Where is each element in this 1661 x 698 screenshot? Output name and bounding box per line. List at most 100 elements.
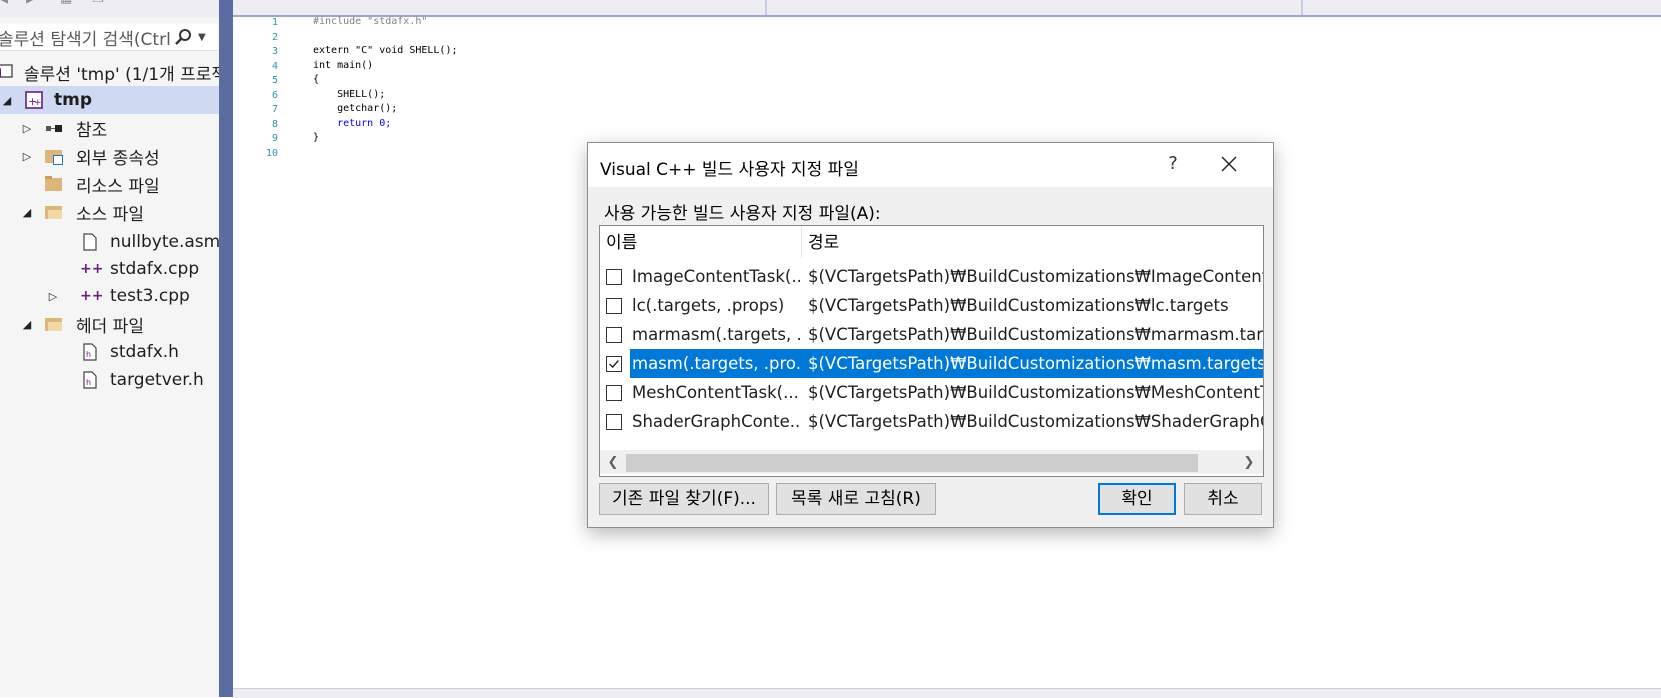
search-options-dropdown[interactable]: ▼: [198, 32, 206, 43]
dialog-title: Visual C++ 빌드 사용자 지정 파일: [600, 160, 859, 180]
item-path: $(VCTargetsPath)₩BuildCustomizations₩Mes…: [808, 383, 1263, 402]
nav-separator: [1301, 0, 1303, 15]
collapse-arrow-icon[interactable]: ▷: [46, 290, 60, 303]
list-item[interactable]: marmasm(.targets, ... $(VCTargetsPath)₩B…: [600, 320, 1263, 349]
tree-item-label: 리소스 파일: [76, 176, 160, 197]
tree-item-label: nullbyte.asm: [110, 232, 220, 252]
scroll-left-icon[interactable]: ❮: [604, 454, 622, 472]
list-item[interactable]: ImageContentTask(... $(VCTargetsPath)₩Bu…: [600, 262, 1263, 291]
tree-item-resource-files[interactable]: 리소스 파일: [34, 170, 160, 198]
tree-item-stdafx-h[interactable]: h stdafx.h: [80, 338, 179, 366]
search-icon[interactable]: [174, 28, 192, 46]
cpp-file-icon: ++: [80, 288, 104, 304]
tree-item-label: 솔루션 'tmp' (1/1개 프로젝트): [24, 64, 219, 85]
tree-item-targetver-h[interactable]: h targetver.h: [80, 366, 204, 394]
help-button[interactable]: ?: [1158, 149, 1188, 179]
horizontal-scrollbar[interactable]: ❮ ❯: [600, 450, 1263, 474]
code-line[interactable]: return 0;: [313, 118, 391, 129]
close-icon[interactable]: [1214, 149, 1244, 179]
code-line[interactable]: {: [313, 74, 319, 85]
item-checkbox[interactable]: [606, 384, 622, 401]
tree-item-solution[interactable]: 솔루션 'tmp' (1/1개 프로젝트): [0, 58, 219, 86]
nav-separator: [765, 0, 767, 15]
expand-arrow-icon[interactable]: ◢: [0, 94, 14, 107]
code-line[interactable]: #include "stdafx.h": [313, 16, 427, 27]
list-item[interactable]: lc(.targets, .props) $(VCTargetsPath)₩Bu…: [600, 291, 1263, 320]
refresh-list-button[interactable]: 목록 새로 고침(R): [776, 483, 936, 515]
code-line[interactable]: extern "C" void SHELL();: [313, 45, 458, 56]
forward-icon[interactable]: ▶: [26, 0, 40, 6]
expand-arrow-icon[interactable]: ◢: [20, 318, 34, 331]
collapse-arrow-icon[interactable]: ▷: [20, 122, 34, 135]
code-line[interactable]: int main(): [313, 60, 373, 71]
collapse-arrow-icon[interactable]: ▷: [20, 150, 34, 163]
solution-search-box[interactable]: 솔루션 탐색기 검색(Ctrl+;) ▼: [0, 24, 219, 51]
item-checkbox[interactable]: [606, 326, 622, 343]
column-header-name[interactable]: 이름: [600, 226, 802, 258]
dialog-titlebar: Visual C++ 빌드 사용자 지정 파일 ?: [588, 143, 1273, 187]
tree-item-label: stdafx.cpp: [110, 259, 200, 279]
column-header-path[interactable]: 경로: [802, 226, 1263, 258]
folder-icon: [44, 174, 64, 194]
item-checkbox[interactable]: [606, 297, 622, 314]
folder-icon: [44, 202, 64, 222]
tree-item-label: targetver.h: [110, 370, 204, 390]
line-number: 4: [271, 61, 278, 72]
search-input[interactable]: 솔루션 탐색기 검색(Ctrl+;): [0, 25, 170, 50]
customization-file-list[interactable]: 이름 경로 ImageContentTask(... $(VCTargetsPa…: [599, 225, 1264, 477]
tree-item-stdafx-cpp[interactable]: ++ stdafx.cpp: [80, 255, 199, 283]
folder-icon: [44, 314, 64, 334]
item-name: lc(.targets, .props): [632, 296, 785, 315]
line-number: 6: [271, 90, 278, 101]
code-line[interactable]: }: [313, 132, 319, 143]
file-icon: [83, 233, 97, 251]
tree-item-source-files[interactable]: ◢ 소스 파일: [20, 198, 144, 226]
ok-button[interactable]: 확인: [1098, 483, 1176, 515]
tree-item-label: 헤더 파일: [76, 316, 144, 337]
build-customizations-dialog: Visual C++ 빌드 사용자 지정 파일 ? 사용 가능한 빌드 사용자 …: [587, 142, 1274, 528]
item-name: MeshContentTask(....: [632, 383, 800, 402]
editor-navigation-bar[interactable]: [233, 0, 1661, 17]
code-line[interactable]: SHELL();: [313, 89, 385, 100]
tree-item-project[interactable]: ◢ + + tmp: [0, 86, 219, 114]
expand-arrow-icon[interactable]: ◢: [20, 206, 34, 219]
item-name: masm(.targets, .pro...: [630, 349, 800, 378]
tree-item-nullbyte-asm[interactable]: nullbyte.asm: [80, 228, 220, 256]
tree-item-label: 소스 파일: [76, 204, 144, 225]
tree-item-header-files[interactable]: ◢ 헤더 파일: [20, 310, 144, 338]
item-name: marmasm(.targets, ...: [632, 325, 800, 344]
external-deps-icon: [44, 146, 64, 166]
code-line[interactable]: getchar();: [313, 103, 397, 114]
tree-item-label: 외부 종속성: [76, 148, 160, 169]
scrollbar-thumb[interactable]: [626, 454, 1198, 472]
svg-text:h: h: [86, 378, 91, 387]
item-path: $(VCTargetsPath)₩BuildCustomizations₩Sha…: [808, 412, 1263, 431]
svg-text:h: h: [86, 350, 91, 359]
item-checkbox[interactable]: [606, 413, 622, 430]
checkmark-icon: [609, 359, 619, 368]
tree-item-test3-cpp[interactable]: ▷ ++ test3.cpp: [46, 282, 190, 310]
item-name: ImageContentTask(...: [632, 267, 800, 286]
list-item[interactable]: MeshContentTask(.... $(VCTargetsPath)₩Bu…: [600, 378, 1263, 407]
window-accent-strip: [219, 0, 233, 697]
item-path: $(VCTargetsPath)₩BuildCustomizations₩lc.…: [808, 296, 1229, 315]
cancel-button[interactable]: 취소: [1184, 483, 1262, 515]
svg-text:+: +: [34, 98, 42, 108]
line-number-gutter: 1 2 3 4 5 6 7 8 9 10: [233, 15, 293, 697]
properties-icon[interactable]: ▦: [60, 0, 74, 6]
line-number: 3: [271, 46, 278, 57]
scroll-right-icon[interactable]: ❯: [1240, 454, 1258, 472]
tree-item-references[interactable]: ▷ 참조: [20, 114, 108, 142]
item-checkbox-checked[interactable]: [606, 355, 622, 372]
back-icon[interactable]: ◀: [0, 0, 12, 6]
tree-item-external-deps[interactable]: ▷ 외부 종속성: [20, 142, 160, 170]
list-item[interactable]: ShaderGraphConte... $(VCTargetsPath)₩Bui…: [600, 407, 1263, 436]
header-file-icon: h: [83, 371, 97, 389]
copy-icon[interactable]: ❐: [92, 0, 106, 6]
item-checkbox[interactable]: [606, 268, 622, 285]
find-existing-button[interactable]: 기존 파일 찾기(F)...: [599, 483, 769, 515]
list-item-selected[interactable]: masm(.targets, .pro... $(VCTargetsPath)₩…: [600, 349, 1263, 378]
line-number: 2: [271, 32, 278, 43]
item-path: $(VCTargetsPath)₩BuildCustomizations₩mar…: [808, 325, 1263, 344]
line-number: 1: [271, 17, 278, 28]
